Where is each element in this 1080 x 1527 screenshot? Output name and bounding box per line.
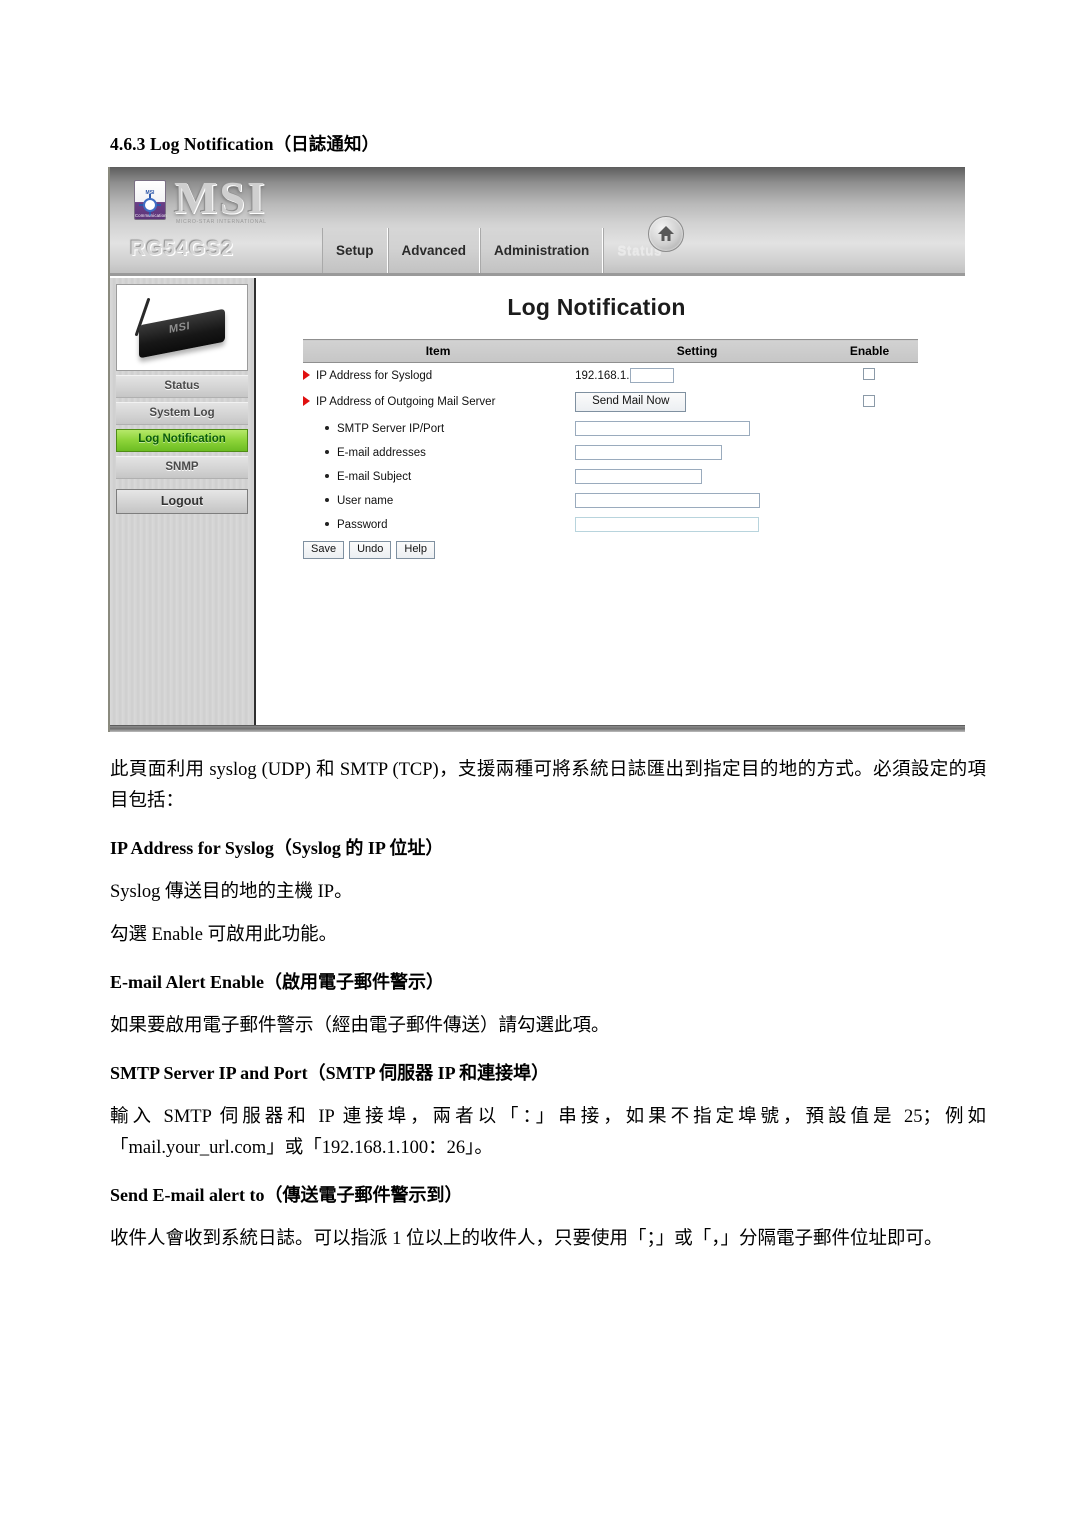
page-title: 4.6.3 Log Notification（日誌通知） [110,134,380,154]
row-setting-cell [573,464,821,488]
undo-button[interactable]: Undo [349,541,392,559]
syslog-ip-input[interactable] [630,368,675,383]
paragraph-smtp-server: 輸入 SMTP 伺服器和 IP 連接埠，兩者以「：」串接，如果不指定埠號，預設值… [110,1107,986,1158]
bullet-marker-icon [325,521,329,526]
row-setting-cell [573,488,821,512]
save-button[interactable]: Save [303,541,345,559]
sidebar-item-snmp[interactable]: SNMP [116,456,248,479]
row-label-password: Password [337,518,388,531]
badge-footer-label: Communication [135,213,167,218]
paragraph-send-email-alert-to: 收件人會收到系統日誌。可以指派 1 位以上的收件人，只要使用「；」或「，」分隔電… [110,1229,943,1249]
row-label-smtp-server: SMTP Server IP/Port [337,422,445,435]
bullet-marker-icon [325,425,329,430]
row-label-syslog-ip: IP Address for Syslogd [316,369,433,382]
arrow-marker-icon [303,396,310,406]
action-buttons-cell: Save Undo Help [303,536,918,563]
column-header-item: Item [303,339,574,363]
sidebar-item-status[interactable]: Status [116,375,248,398]
row-enable-cell [821,387,918,416]
paragraph-syslog-line1: Syslog 傳送目的地的主機 IP。 [110,882,353,902]
row-label-email-addresses: E-mail addresses [337,446,426,459]
window-bottom-bar [110,725,965,732]
tab-setup[interactable]: Setup [322,228,388,273]
row-label-cell: SMTP Server IP/Port [303,416,573,440]
intro-paragraph: 此頁面利用 syslog (UDP) 和 SMTP (TCP)，支援兩種可將系統… [110,760,986,811]
row-label-cell: E-mail addresses [303,440,573,464]
heading-smtp-server-ip-and-port: SMTP Server IP and Port（SMTP 伺服器 IP 和連接埠… [110,1063,550,1083]
row-label-cell: Password [303,512,573,536]
table-row-email-subject: E-mail Subject [303,464,918,488]
router-header: MSI Communication MSI MICRO-STAR INTERNA… [110,167,965,278]
row-setting-cell [573,440,821,464]
arrow-marker-icon [303,369,310,380]
main-nav-tabs: Setup Advanced Administration Status [322,228,676,273]
ip-prefix-label: 192.168.1. [575,369,630,382]
table-row-actions: Save Undo Help [303,536,918,563]
heading-ip-address-for-syslog: IP Address for Syslog（Syslog 的 IP 位址） [110,838,444,858]
heading-send-email-alert-to: Send E-mail alert to（傳送電子郵件警示到） [110,1185,463,1205]
logout-button[interactable]: Logout [116,489,248,514]
badge-label: MSI [145,190,155,196]
row-enable-cell [821,488,918,512]
tab-advanced[interactable]: Advanced [387,228,481,273]
bullet-marker-icon [325,473,329,478]
row-setting-cell [573,416,821,440]
email-addresses-input[interactable] [575,445,723,460]
bullet-marker-icon [325,449,329,454]
tab-administration[interactable]: Administration [480,228,604,273]
table-row-mail-server: IP Address of Outgoing Mail Server Send … [303,387,918,416]
smtp-server-input[interactable] [575,421,751,436]
sidebar-item-system-log[interactable]: System Log [116,402,248,425]
device-thumbnail: MSI [116,284,248,371]
table-header-row: Item Setting Enable [303,339,918,363]
table-row-email-addresses: E-mail addresses [303,440,918,464]
row-label-user-name: User name [337,494,394,507]
column-header-enable: Enable [820,339,918,363]
bullet-marker-icon [325,497,329,502]
row-label-email-subject: E-mail Subject [337,470,412,483]
password-input[interactable] [575,517,760,532]
log-notification-table: Item Setting Enable IP Address for Syslo… [303,339,918,563]
body-text: 此頁面利用 syslog (UDP) 和 SMTP (TCP)，支援兩種可將系統… [110,755,986,1271]
paragraph-email-alert-enable: 如果要啟用電子郵件警示（經由電子郵件傳送）請勾選此項。 [110,1016,610,1036]
row-enable-cell [821,512,918,536]
email-subject-input[interactable] [575,469,703,484]
sidebar: MSI Status System Log Log Notification S… [110,278,256,728]
row-label-cell: IP Address of Outgoing Mail Server [303,387,573,416]
row-label-mail-server: IP Address of Outgoing Mail Server [316,396,496,408]
mail-enable-checkbox[interactable] [863,394,876,407]
content-title: Log Notification [507,294,686,320]
paragraph-syslog-line2: 勾選 Enable 可啟用此功能。 [110,925,338,945]
row-label-cell: E-mail Subject [303,464,573,488]
row-enable-cell [821,363,918,388]
row-setting-cell [573,512,821,536]
send-mail-now-button[interactable]: Send Mail Now [575,392,687,412]
column-header-setting: Setting [573,339,821,363]
brand-tagline: MICRO-STAR INTERNATIONAL [176,219,267,225]
device-model-label: RG54GS2 [130,237,234,260]
sidebar-item-log-notification[interactable]: Log Notification [116,429,248,452]
row-enable-cell [821,416,918,440]
table-row-smtp-server: SMTP Server IP/Port [303,416,918,440]
router-ui-screenshot: MSI Communication MSI MICRO-STAR INTERNA… [108,167,965,732]
heading-email-alert-enable: E-mail Alert Enable（啟用電子郵件警示） [110,972,444,992]
content-panel: Log Notification Item Setting Enable IP … [256,278,965,728]
home-icon[interactable] [648,216,684,252]
table-row-user-name: User name [303,488,918,512]
router-body: MSI Status System Log Log Notification S… [110,278,965,728]
brand-wordmark: MSI [174,172,267,223]
row-label-cell: IP Address for Syslogd [303,363,573,388]
syslog-enable-checkbox[interactable] [863,368,876,380]
help-button[interactable]: Help [396,541,435,559]
user-name-input[interactable] [575,493,761,508]
table-row-password: Password [303,512,918,536]
row-setting-cell: Send Mail Now [573,387,821,416]
table-row-syslog-ip: IP Address for Syslogd 192.168.1. [303,363,918,388]
row-setting-cell: 192.168.1. [573,363,821,388]
row-enable-cell [821,440,918,464]
row-label-cell: User name [303,488,573,512]
row-enable-cell [821,464,918,488]
msi-badge-icon: MSI Communication [134,180,167,220]
